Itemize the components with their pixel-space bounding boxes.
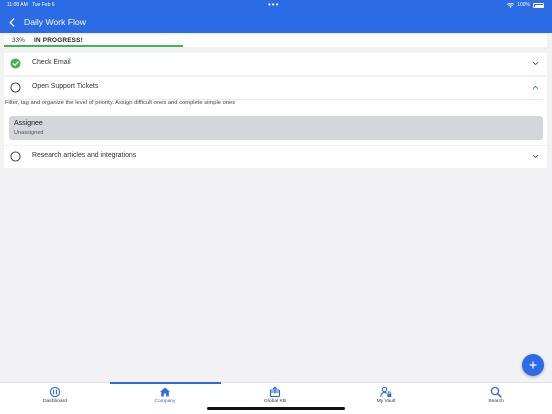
tab-search[interactable]: Search [441, 383, 551, 413]
task-description: Filter, tag and organize the level of pr… [5, 100, 236, 106]
tab-my-vault[interactable]: My Vault [331, 383, 441, 413]
empty-circle-icon[interactable] [10, 82, 21, 93]
page-title: Daily Work Flow [24, 17, 86, 27]
task-label: Check Email [32, 59, 71, 66]
task-card: Check Email [4, 53, 547, 75]
tab-label: Global KB [263, 399, 287, 404]
task-row-check-email[interactable]: Check Email [4, 53, 547, 75]
battery-icon [533, 3, 544, 8]
tab-label: My Vault [376, 399, 396, 404]
task-card: Research articles and integrations [4, 146, 547, 168]
assignee-label: Assignee [14, 120, 43, 127]
chevron-down-icon[interactable] [532, 153, 539, 160]
check-circle-icon [10, 58, 21, 69]
task-label: Research articles and integrations [32, 152, 137, 159]
multitasking-dots-icon[interactable]: ••• [268, 0, 279, 9]
add-button[interactable] [522, 354, 544, 376]
top-bar: 11:08 AM Tue Feb 6 ••• 100% Daily Work F… [0, 0, 552, 33]
chevron-down-icon[interactable] [532, 60, 539, 67]
back-icon[interactable] [6, 14, 18, 30]
plus-icon [529, 361, 537, 369]
search-icon [490, 386, 502, 398]
task-label: Open Support Tickets [32, 83, 99, 90]
battery-percent: 100% [517, 2, 530, 8]
task-row-open-support-tickets[interactable]: Open Support Tickets [4, 77, 547, 99]
progress-fill [4, 45, 184, 47]
status-date: Tue Feb 6 [31, 2, 55, 8]
box-icon [269, 386, 281, 398]
chevron-up-icon[interactable] [532, 84, 539, 91]
assignee-value: Unassigned [14, 130, 44, 136]
progress-status: IN PROGRESS! [34, 37, 83, 44]
tab-label: Company [154, 399, 176, 404]
empty-circle-icon[interactable] [10, 151, 21, 162]
task-row-research-articles[interactable]: Research articles and integrations [4, 146, 547, 168]
tab-company[interactable]: Company [110, 383, 220, 413]
user-lock-icon [380, 386, 392, 398]
home-icon [160, 387, 170, 397]
wifi-icon [507, 3, 515, 8]
status-bar: 11:08 AM Tue Feb 6 ••• 100% [0, 0, 552, 11]
status-time: 11:08 AM [7, 2, 28, 8]
home-indicator [207, 407, 345, 410]
progress-bar: 33% IN PROGRESS! [4, 35, 547, 47]
tab-label: Dashboard [43, 399, 67, 404]
dashboard-icon [49, 386, 61, 398]
assignee-selector[interactable]: Assignee Unassigned [9, 116, 543, 140]
tab-label: Search [488, 399, 504, 404]
tab-dashboard[interactable]: Dashboard [0, 383, 110, 413]
progress-percent: 33% [12, 37, 25, 44]
